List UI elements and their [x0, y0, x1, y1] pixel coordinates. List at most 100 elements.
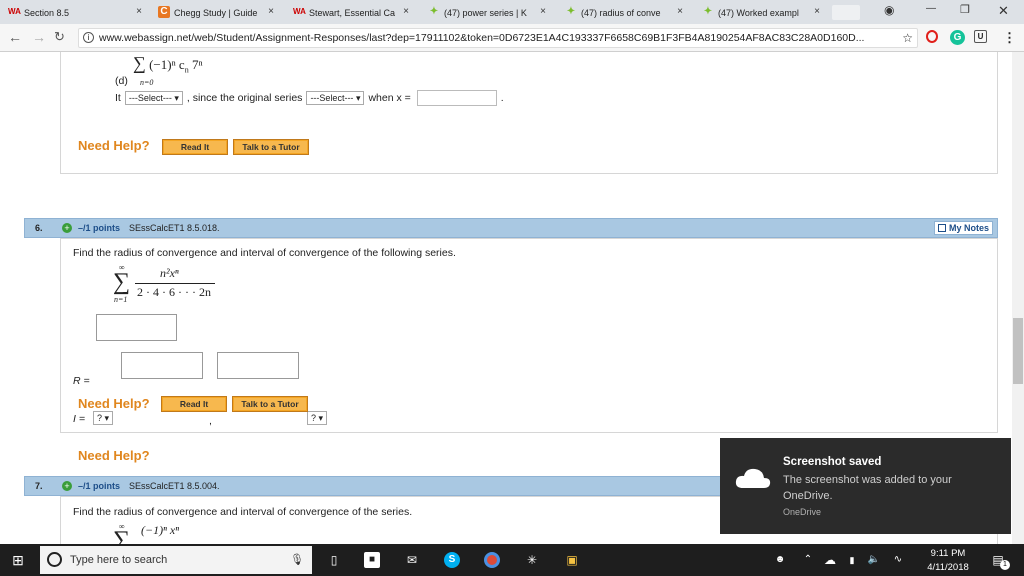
onedrive-tray-icon[interactable]: ☁ — [822, 552, 838, 568]
close-tab-icon[interactable]: × — [403, 6, 409, 17]
forward-icon[interactable]: → — [32, 29, 46, 45]
tab-label: (47) power series | K — [444, 8, 527, 18]
taskbar-search-box[interactable]: Type here to search 🎙 — [40, 546, 312, 574]
expand-icon[interactable]: + — [62, 481, 72, 491]
prev-answer-line: It ---Select--- ▾ , since the original s… — [115, 90, 504, 106]
x-value-input[interactable] — [416, 90, 497, 106]
opera-extension-icon[interactable] — [926, 30, 938, 43]
wifi-icon[interactable]: ∿ — [890, 552, 906, 568]
notification-source: OneDrive — [783, 507, 822, 517]
close-tab-icon[interactable]: × — [268, 6, 274, 17]
mail-icon[interactable]: ✉ — [404, 552, 420, 568]
tab-worked-example[interactable]: ✦ (47) Worked exampl × — [696, 2, 828, 24]
close-tab-icon[interactable]: × — [136, 6, 142, 17]
close-tab-icon[interactable]: × — [814, 6, 820, 17]
profile-icon[interactable]: ◉ — [884, 3, 894, 17]
read-it-label: Read It — [164, 141, 226, 153]
sum-lower-bound: n=0 — [140, 78, 154, 87]
date: 4/11/2018 — [927, 562, 969, 573]
people-icon[interactable]: ☻ — [772, 552, 788, 568]
close-window-button[interactable]: ✕ — [998, 3, 1009, 19]
close-tab-icon[interactable]: × — [677, 6, 683, 17]
task-view-icon[interactable]: ▯ — [326, 552, 342, 568]
chegg-icon: C — [158, 6, 170, 18]
notification-body: The screenshot was added to your OneDriv… — [783, 474, 952, 502]
cortana-icon — [47, 552, 62, 567]
tab-chegg[interactable]: C Chegg Study | Guide × — [152, 2, 282, 24]
talk-to-tutor-button[interactable]: Talk to a Tutor — [233, 139, 309, 155]
comma: , — [209, 415, 212, 427]
question-code: SEssCalcET1 8.5.018. — [129, 223, 220, 233]
interval-right-input[interactable] — [217, 352, 299, 379]
chrome-icon[interactable] — [484, 552, 500, 568]
tab-stewart[interactable]: WA Stewart, Essential Ca × — [287, 2, 417, 24]
talk-to-tutor-button[interactable]: Talk to a Tutor — [232, 396, 308, 412]
tab-power-series[interactable]: ✦ (47) power series | K × — [422, 2, 554, 24]
vertical-scrollbar[interactable] — [1012, 52, 1024, 544]
onedrive-notification[interactable]: Screenshot saved The screenshot was adde… — [720, 438, 1011, 534]
tab-label: Stewart, Essential Ca — [309, 8, 396, 18]
right-endpoint-bracket-select[interactable]: ? ▾ — [307, 411, 328, 425]
interval-left-input[interactable] — [121, 352, 203, 379]
extension-icon[interactable]: U — [974, 30, 987, 43]
question-text: Find the radius of convergence and inter… — [73, 247, 456, 259]
tab-bar: WA Section 8.5 × C Chegg Study | Guide ×… — [0, 0, 1024, 24]
tab-label: (47) radius of conve — [581, 8, 661, 18]
leaf-icon: ✦ — [703, 6, 713, 17]
url-text: www.webassign.net/web/Student/Assignment… — [99, 32, 865, 44]
fraction-denominator: 2 · 4 · 6 · · · 2n — [137, 285, 211, 299]
series-term: (−1)ⁿ cn 7ⁿ — [149, 57, 203, 75]
expand-icon[interactable]: + — [62, 223, 72, 233]
reload-icon[interactable]: ↻ — [54, 29, 65, 45]
store-icon[interactable]: ■ — [364, 552, 380, 568]
leaf-icon: ✦ — [566, 6, 576, 17]
question-code: SEssCalcET1 8.5.004. — [129, 481, 220, 491]
restore-button[interactable]: ❐ — [960, 3, 970, 16]
question-5-body: ∑ (−1)ⁿ cn 7ⁿ (d) n=0 It ---Select--- ▾ … — [60, 52, 998, 174]
tab-radius-convergence[interactable]: ✦ (47) radius of conve × — [559, 2, 691, 24]
skype-icon[interactable]: S — [444, 552, 460, 568]
menu-icon[interactable]: ⋮ — [1002, 30, 1017, 45]
select-value: ---Select--- — [128, 93, 172, 103]
when-label: when x = — [368, 92, 411, 104]
talk-to-tutor-label: Talk to a Tutor — [234, 398, 306, 410]
minimize-button[interactable]: — — [926, 3, 936, 14]
tab-label: Chegg Study | Guide — [174, 8, 258, 18]
microphone-icon[interactable]: 🎙 — [290, 546, 304, 574]
read-it-button[interactable]: Read It — [161, 396, 227, 412]
bookmark-star-icon[interactable]: ☆ — [902, 29, 913, 47]
left-endpoint-bracket-select[interactable]: ? ▾ — [93, 411, 114, 425]
converges-select[interactable]: ---Select--- ▾ — [124, 91, 183, 105]
webassign-icon: WA — [293, 7, 306, 16]
scrollbar-thumb[interactable] — [1013, 318, 1023, 384]
series-expression: ∑ (−1)ⁿ cn 7ⁿ — [133, 53, 203, 75]
series-behavior-select[interactable]: ---Select--- ▾ — [306, 91, 365, 105]
windows-start-icon[interactable]: ⊞ — [10, 552, 26, 568]
show-hidden-icons[interactable]: ⌃ — [800, 552, 816, 568]
select-value: ---Select--- — [310, 93, 354, 103]
url-input[interactable]: i www.webassign.net/web/Student/Assignme… — [78, 28, 918, 48]
points-label: –/1 points — [78, 481, 121, 491]
radius-input[interactable] — [96, 314, 177, 341]
read-it-button[interactable]: Read It — [162, 139, 228, 155]
my-notes-button[interactable]: My Notes — [933, 221, 993, 235]
question-6-header: 6. + –/1 points SEssCalcET1 8.5.018. My … — [24, 218, 998, 238]
file-explorer-icon[interactable]: ▣ — [564, 552, 580, 568]
my-notes-label: My Notes — [948, 223, 989, 233]
slack-icon[interactable]: ✳ — [524, 552, 540, 568]
grammarly-extension-icon[interactable]: G — [950, 30, 965, 45]
webassign-icon: WA — [8, 7, 21, 16]
fraction-bar — [135, 283, 215, 284]
select-value: ? ▾ — [311, 413, 324, 423]
info-icon[interactable]: i — [83, 32, 94, 43]
clock[interactable]: 9:11 PM 4/11/2018 — [918, 547, 978, 575]
since-label: , since the original series — [186, 92, 303, 104]
tab-section-8-5[interactable]: WA Section 8.5 × — [2, 2, 150, 24]
close-tab-icon[interactable]: × — [540, 6, 546, 17]
new-tab-button[interactable] — [832, 5, 860, 20]
volume-icon[interactable]: 🔈 — [866, 552, 882, 568]
back-icon[interactable]: ← — [8, 29, 22, 45]
battery-icon[interactable]: ▮ — [844, 552, 860, 568]
tab-label: Section 8.5 — [24, 8, 70, 18]
part-label: (d) — [115, 75, 128, 87]
